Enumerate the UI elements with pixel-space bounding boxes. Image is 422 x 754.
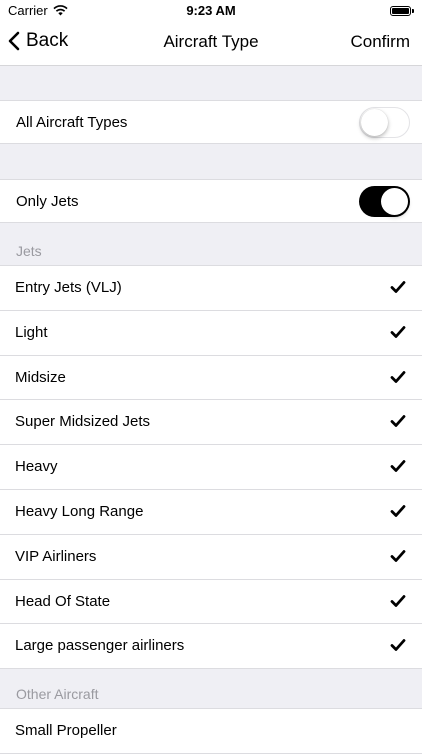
status-bar: Carrier 9:23 AM (0, 0, 422, 22)
checkmark-icon (390, 549, 406, 562)
confirm-button[interactable]: Confirm (350, 32, 410, 52)
list-item-label: Super Midsized Jets (15, 413, 151, 431)
status-time: 9:23 AM (186, 3, 236, 18)
only-jets-toggle[interactable] (359, 186, 410, 217)
list-item-label: Light (15, 323, 48, 341)
battery-icon (390, 5, 414, 16)
list-item-label: Heavy (15, 458, 58, 476)
list-item-label: Entry Jets (VLJ) (15, 279, 122, 296)
list-item-label: Heavy Long Range (15, 502, 144, 520)
checkmark-icon (390, 281, 406, 293)
toggle-knob (361, 108, 388, 136)
other-aircraft-list: Small Propeller (0, 708, 422, 754)
section-header-other-aircraft: Other Aircraft (16, 686, 99, 702)
only-jets-row: Only Jets (0, 179, 422, 223)
all-aircraft-types-row: All Aircraft Types (0, 100, 422, 144)
checkmark-icon (390, 370, 406, 383)
checkmark-icon (390, 505, 406, 517)
checkmark-icon (390, 460, 406, 473)
list-item-label: Large passenger airliners (15, 637, 185, 655)
all-aircraft-types-label: All Aircraft Types (16, 114, 128, 131)
checkmark-icon (390, 415, 406, 428)
list-item[interactable]: Small Propeller (0, 709, 422, 754)
list-item[interactable]: Super Midsized Jets (0, 400, 422, 446)
list-item-label: Small Propeller (15, 722, 117, 739)
toggle-knob (381, 188, 408, 215)
only-jets-label: Only Jets (16, 193, 79, 210)
jets-list: Entry Jets (VLJ) Light Midsize Super Midsiz… (0, 265, 422, 670)
list-item[interactable]: Light (0, 311, 422, 356)
list-item[interactable]: Heavy (0, 445, 422, 490)
list-item[interactable]: Large passenger airliners (0, 624, 422, 670)
navigation-bar: Back Aircraft Type Confirm (0, 22, 422, 66)
list-item[interactable]: Entry Jets (VLJ) (0, 266, 422, 311)
checkmark-icon (390, 594, 406, 607)
list-item-label: Midsize (15, 368, 66, 386)
all-aircraft-types-toggle[interactable] (359, 107, 410, 138)
list-item-label: Head Of State (15, 592, 111, 610)
checkmark-icon (390, 639, 406, 652)
list-item[interactable]: VIP Airliners (0, 535, 422, 580)
list-item[interactable]: Head Of State (0, 580, 422, 625)
list-item[interactable]: Heavy Long Range (0, 490, 422, 535)
list-item[interactable]: Midsize (0, 356, 422, 401)
section-header-jets: Jets (16, 243, 42, 259)
list-item-label: VIP Airliners (15, 547, 97, 565)
checkmark-icon (390, 325, 406, 338)
